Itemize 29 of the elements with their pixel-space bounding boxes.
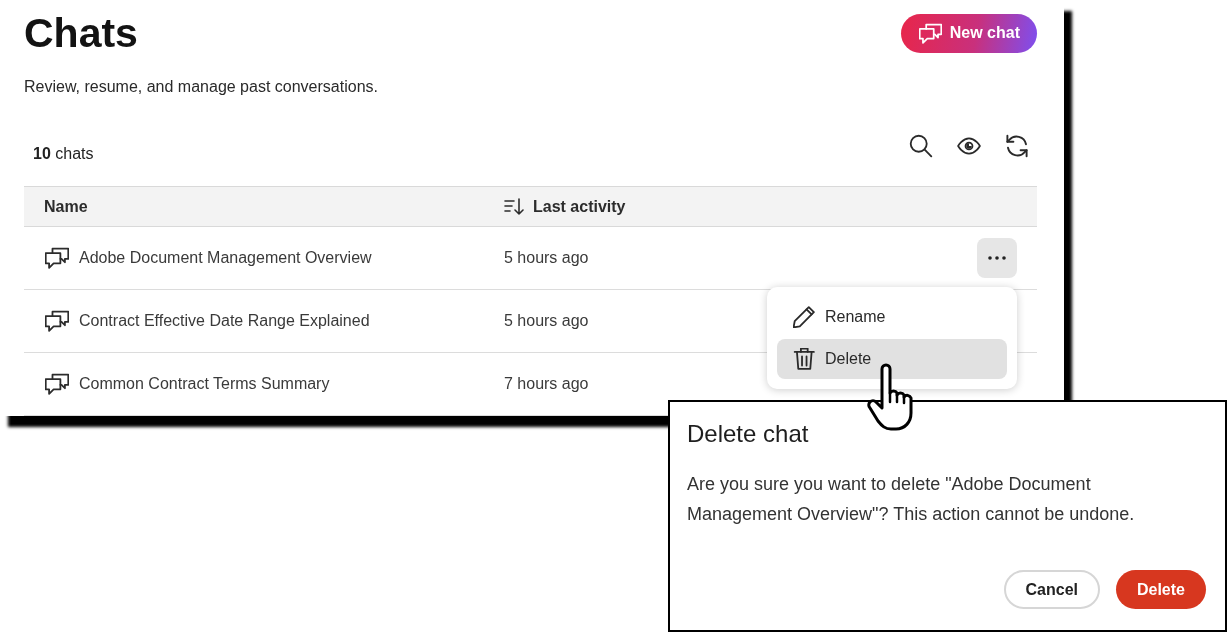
last-activity-time: 5 hours ago (504, 249, 589, 267)
chat-name[interactable]: Common Contract Terms Summary (79, 375, 330, 393)
dots-icon (988, 256, 1006, 260)
column-header[interactable]: Last activity (533, 197, 626, 216)
chat-bubbles-icon (918, 22, 942, 44)
refresh-icon[interactable] (1005, 134, 1029, 158)
page-title: Chats (24, 9, 138, 58)
trash-icon (793, 348, 815, 370)
sort-descending-icon[interactable] (504, 198, 524, 215)
more-button[interactable] (977, 238, 1017, 278)
chat-count: 10 chats (33, 145, 94, 163)
search-icon[interactable] (909, 134, 933, 158)
new-chat-button[interactable]: New chat (900, 13, 1037, 53)
menu-item[interactable]: Delete (777, 339, 1007, 379)
pencil-icon (793, 306, 815, 328)
chat-name[interactable]: Contract Effective Date Range Explained (79, 312, 370, 330)
chat-bubbles-icon (45, 373, 69, 395)
menu-item[interactable]: Rename (777, 297, 1007, 337)
column-header[interactable]: Name (44, 197, 88, 216)
chat-name[interactable]: Adobe Document Management Overview (79, 249, 372, 267)
cancel-button[interactable]: Cancel (1003, 570, 1100, 609)
last-activity-time: 5 hours ago (504, 312, 589, 330)
chat-bubbles-icon (45, 247, 69, 269)
last-activity-time: 7 hours ago (504, 375, 589, 393)
delete-button[interactable]: Delete (1115, 570, 1206, 609)
dialog-title: Delete chat (687, 419, 810, 449)
chat-bubbles-icon (45, 310, 69, 332)
dialog-message: Are you sure you want to delete "Adobe Document Management Overview"? This action cannot be undone. (687, 473, 1136, 526)
page-subtitle: Review, resume, and manage past conversations. (24, 77, 379, 97)
